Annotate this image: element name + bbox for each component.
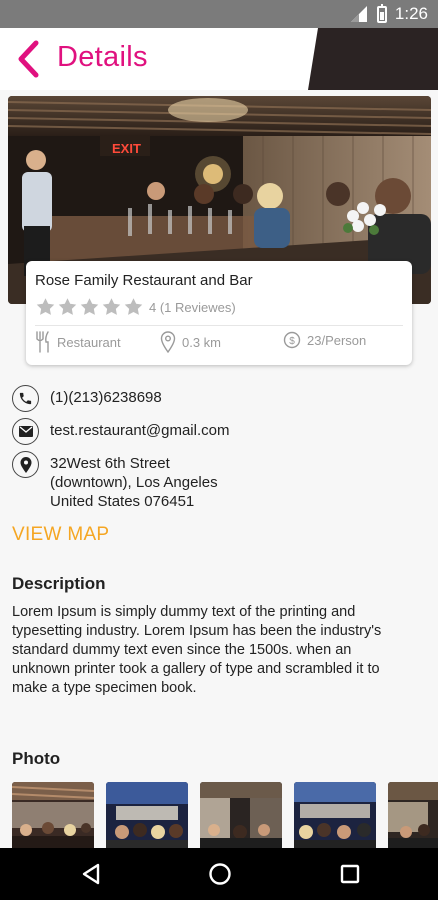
phone-row[interactable]: (1)(213)6238698 <box>12 385 162 412</box>
reviews-count: 4 (1 Reviewes) <box>149 299 236 315</box>
description-heading: Description <box>12 574 106 593</box>
description-line: typesetting industry. Lorem Ipsum has be… <box>12 623 382 639</box>
star-icon <box>36 298 55 315</box>
page-title: Details <box>57 41 148 73</box>
email-row[interactable]: test.restaurant@gmail.com <box>12 418 229 445</box>
address-line-2: (downtown), Los Angeles <box>50 474 218 491</box>
exit-sign: EXIT <box>112 141 141 156</box>
fork-knife-icon <box>36 331 49 353</box>
currency-icon: $ <box>283 331 301 349</box>
restaurant-name: Rose Family Restaurant and Bar <box>35 272 253 289</box>
price-label: 23/Person <box>307 332 367 348</box>
status-time: 1:26 <box>394 4 428 23</box>
address-text: 32West 6th Street (downtown), Los Angele… <box>50 451 218 511</box>
app-bar-corner-decoration <box>308 28 438 90</box>
description-line: make a type specimen book. <box>12 680 197 696</box>
category-meta: Restaurant <box>35 331 121 353</box>
address-line-3: United States 076451 <box>50 493 195 510</box>
signal-icon <box>349 6 369 22</box>
phone-icon <box>12 385 39 412</box>
distance-label: 0.3 km <box>182 334 222 350</box>
email-icon <box>12 418 39 445</box>
nav-recents-icon[interactable] <box>339 862 361 886</box>
location-pin-icon <box>160 331 176 353</box>
star-icon <box>80 298 99 315</box>
battery-icon <box>376 3 387 23</box>
nav-home-icon[interactable] <box>208 862 232 886</box>
address-line-1: 32West 6th Street <box>50 455 170 472</box>
svg-text:$: $ <box>289 336 295 347</box>
description-line: Lorem Ipsum is simply dummy text of the … <box>12 604 356 620</box>
app-bar: Details <box>0 28 438 90</box>
system-navigation-bar <box>0 848 438 900</box>
photo-thumbnail[interactable] <box>200 782 282 850</box>
rating-row: 4 (1 Reviewes) <box>35 297 236 317</box>
phone-number[interactable]: (1)(213)6238698 <box>50 385 162 407</box>
card-divider <box>35 325 403 326</box>
restaurant-info-card: Rose Family Restaurant and Bar 4 (1 Revi… <box>26 261 412 365</box>
star-icon <box>124 298 143 315</box>
photo-thumbnail[interactable] <box>106 782 188 850</box>
location-pin-icon <box>12 451 39 478</box>
photo-thumbnail[interactable] <box>388 782 438 850</box>
address-row: 32West 6th Street (downtown), Los Angele… <box>12 451 218 511</box>
photo-thumbnail[interactable] <box>12 782 94 850</box>
price-meta: $ 23/Person <box>283 331 366 349</box>
description-text: Lorem Ipsum is simply dummy text of the … <box>12 603 426 698</box>
star-icon <box>58 298 77 315</box>
photo-thumbnail[interactable] <box>294 782 376 850</box>
category-label: Restaurant <box>57 334 121 350</box>
status-bar: 1:26 <box>0 0 438 28</box>
description-line: standard dummy text even since the 1500s… <box>12 642 352 658</box>
distance-meta: 0.3 km <box>160 331 221 353</box>
view-map-link[interactable]: VIEW MAP <box>12 524 109 546</box>
chevron-left-icon[interactable] <box>14 40 44 78</box>
star-icon <box>102 298 121 315</box>
email-address[interactable]: test.restaurant@gmail.com <box>50 418 229 440</box>
nav-back-icon[interactable] <box>80 862 102 886</box>
photo-gallery <box>12 782 438 850</box>
photo-heading: Photo <box>12 749 61 768</box>
description-line: unknown printer took a gallery of type a… <box>12 661 380 677</box>
